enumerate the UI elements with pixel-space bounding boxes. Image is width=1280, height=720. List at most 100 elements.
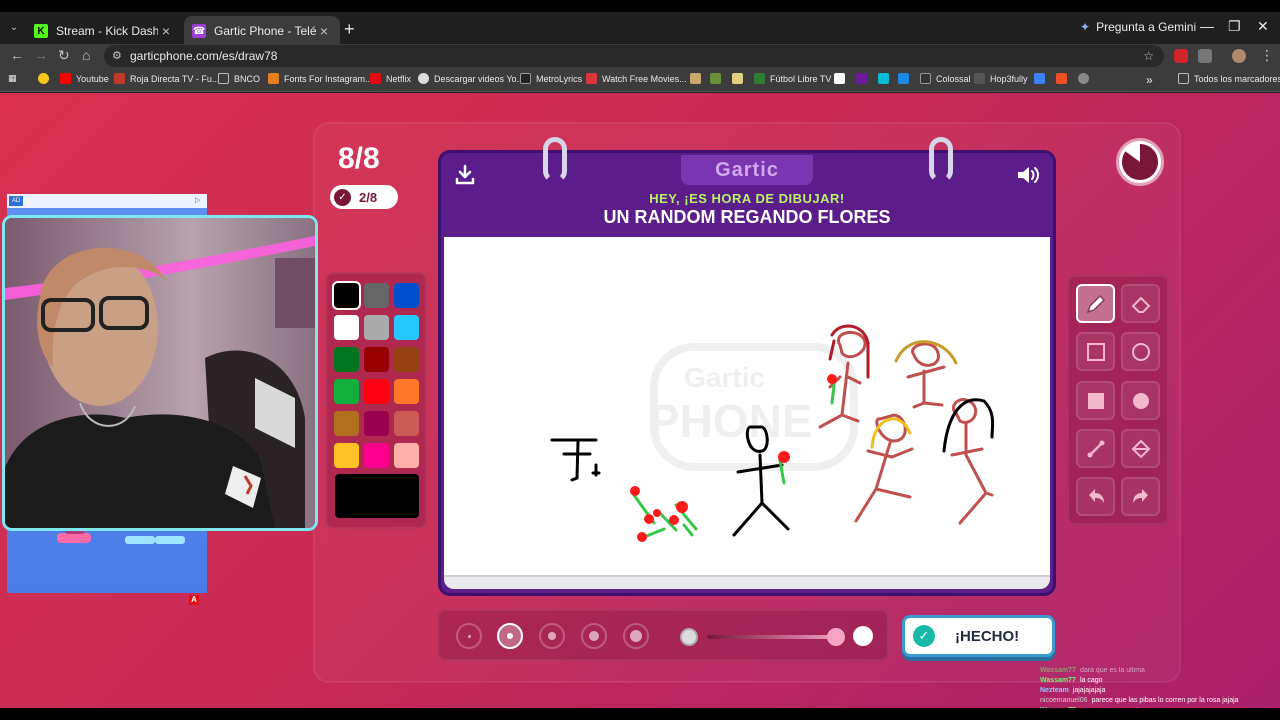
color-swatch[interactable] — [364, 443, 389, 468]
close-window-icon[interactable]: ✕ — [1257, 18, 1269, 35]
chat-text: la cago — [1079, 677, 1103, 684]
color-swatch[interactable] — [394, 379, 419, 404]
reload-icon[interactable]: ↻ — [58, 47, 70, 64]
color-swatch[interactable] — [394, 443, 419, 468]
bookmark-misc-1[interactable] — [690, 73, 706, 84]
extension-icon[interactable] — [1174, 49, 1188, 63]
download-icon[interactable] — [453, 163, 477, 187]
opacity-slider-track[interactable] — [707, 635, 837, 639]
forward-icon[interactable]: → — [34, 47, 48, 63]
brush-size-4[interactable] — [581, 623, 607, 649]
tab-search-icon[interactable]: ⌄ — [6, 20, 22, 36]
restore-icon[interactable]: ❐ — [1228, 18, 1241, 35]
color-swatch[interactable] — [364, 283, 389, 308]
extensions-puzzle-icon[interactable] — [1198, 49, 1212, 63]
bookmark-hop3fully[interactable]: Hop3fully — [974, 73, 1028, 84]
chat-message: Wassam77 la cago — [1040, 677, 1103, 684]
minimize-icon[interactable]: — — [1200, 18, 1214, 34]
adchoices-icon[interactable]: ▷ — [195, 196, 205, 206]
back-icon[interactable]: ← — [10, 47, 24, 63]
close-tab-icon[interactable]: × — [316, 23, 332, 39]
tab-gartic-phone[interactable]: ☎ Gartic Phone - Teléfono Descon × — [184, 16, 340, 46]
selected-color-preview — [335, 474, 419, 518]
address-bar[interactable]: ⚙ garticphone.com/es/draw78 ☆ — [104, 45, 1164, 67]
bookmark-misc-5[interactable] — [856, 73, 872, 84]
color-swatch[interactable] — [334, 315, 359, 340]
bookmark-colossal[interactable]: Colossal — [920, 73, 971, 84]
eraser-tool[interactable] — [1121, 284, 1160, 323]
bookmark-misc-7[interactable] — [898, 73, 914, 84]
color-palette — [325, 272, 427, 529]
bookmark-misc-4[interactable] — [834, 73, 850, 84]
tools-panel — [1067, 275, 1169, 525]
color-swatch[interactable] — [394, 347, 419, 372]
menu-dots-icon[interactable]: ⋮ — [1260, 47, 1274, 64]
bookmark-roja-directa[interactable]: Roja Directa TV - Fu... — [114, 73, 219, 84]
gemini-button[interactable]: ✦ Pregunta a Gemini — [1080, 20, 1196, 34]
tab-kick-dashboard[interactable]: K Stream - Kick Dashboard × — [26, 16, 182, 46]
bookmark-misc-10[interactable] — [1078, 73, 1094, 84]
pencil-tool[interactable] — [1076, 284, 1115, 323]
new-tab-button[interactable]: + — [344, 20, 355, 38]
bookmark-metrolyrics[interactable]: MetroLyrics — [520, 73, 582, 84]
ellipse-outline-tool[interactable] — [1121, 332, 1160, 371]
bookmark-watch-free-movies[interactable]: Watch Free Movies... — [586, 73, 687, 84]
rectangle-outline-tool[interactable] — [1076, 332, 1115, 371]
bookmark-fonts-instagram[interactable]: Fonts For Instagram... — [268, 73, 373, 84]
bookmark-bnco[interactable]: BNCO — [218, 73, 260, 84]
bottom-letterbox — [0, 708, 1280, 720]
emoji-bookmark-icon[interactable] — [38, 73, 54, 84]
color-swatch[interactable] — [364, 347, 389, 372]
bookmark-youtube[interactable]: Youtube — [60, 73, 109, 84]
brush-size-1[interactable] — [456, 623, 482, 649]
bookmark-futbol-libre[interactable]: Fútbol Libre TV — [754, 73, 831, 84]
color-swatch[interactable] — [394, 283, 419, 308]
color-swatch[interactable] — [334, 379, 359, 404]
ellipse-fill-tool[interactable] — [1121, 381, 1160, 420]
color-swatch[interactable] — [394, 411, 419, 436]
bookmark-misc-8[interactable] — [1034, 73, 1050, 84]
color-swatch[interactable] — [334, 411, 359, 436]
color-swatch[interactable] — [334, 443, 359, 468]
color-swatch[interactable] — [364, 411, 389, 436]
rectangle-outline-icon — [1086, 342, 1105, 361]
bookmark-misc-3[interactable] — [732, 73, 748, 84]
home-icon[interactable]: ⌂ — [82, 47, 90, 63]
brush-size-3[interactable] — [539, 623, 565, 649]
drawing-canvas[interactable]: Gartic PHONE — [444, 237, 1050, 575]
opacity-slider-knob[interactable] — [827, 628, 845, 646]
site-info-icon[interactable]: ⚙ — [112, 45, 122, 67]
redo-button[interactable] — [1121, 477, 1160, 516]
brush-size-5[interactable] — [623, 623, 649, 649]
bookmark-descargar-videos[interactable]: Descargar videos Yo... — [418, 73, 524, 84]
color-swatch[interactable] — [364, 379, 389, 404]
undo-button[interactable] — [1076, 477, 1115, 516]
bookmark-misc-9[interactable] — [1056, 73, 1072, 84]
line-tool[interactable] — [1076, 429, 1115, 468]
close-tab-icon[interactable]: × — [158, 23, 174, 39]
rectangle-fill-tool[interactable] — [1076, 381, 1115, 420]
ad-badge: AD — [9, 196, 23, 206]
color-swatch[interactable] — [334, 347, 359, 372]
brush-size-2[interactable] — [497, 623, 523, 649]
apps-grid-icon[interactable]: ▦ — [8, 73, 17, 84]
more-bookmarks-icon[interactable]: » — [1146, 73, 1153, 87]
color-swatch[interactable] — [394, 315, 419, 340]
bookmark-star-icon[interactable]: ☆ — [1143, 45, 1154, 67]
bucket-tool[interactable] — [1121, 429, 1160, 468]
done-button[interactable]: ✓ ¡HECHO! — [902, 615, 1055, 657]
sound-icon[interactable] — [1015, 163, 1041, 187]
color-swatch[interactable] — [364, 315, 389, 340]
undo-icon — [1088, 488, 1104, 503]
eraser-icon — [1131, 296, 1150, 313]
chat-username: Wassam77 — [1040, 677, 1076, 684]
profile-avatar[interactable] — [1232, 49, 1246, 63]
players-done-badge: ✓ 2/8 — [330, 185, 398, 209]
all-bookmarks-folder[interactable]: Todos los marcadores — [1178, 73, 1280, 84]
bookmark-misc-6[interactable] — [878, 73, 894, 84]
bookmark-misc-2[interactable] — [710, 73, 726, 84]
drawing-prompt: UN RANDOM REGANDO FLORES — [603, 207, 891, 227]
bookmark-netflix[interactable]: Netflix — [370, 73, 411, 84]
chat-message: nicoemanuel06 parece que las pibas lo cor… — [1040, 697, 1239, 704]
color-swatch[interactable] — [332, 281, 361, 310]
